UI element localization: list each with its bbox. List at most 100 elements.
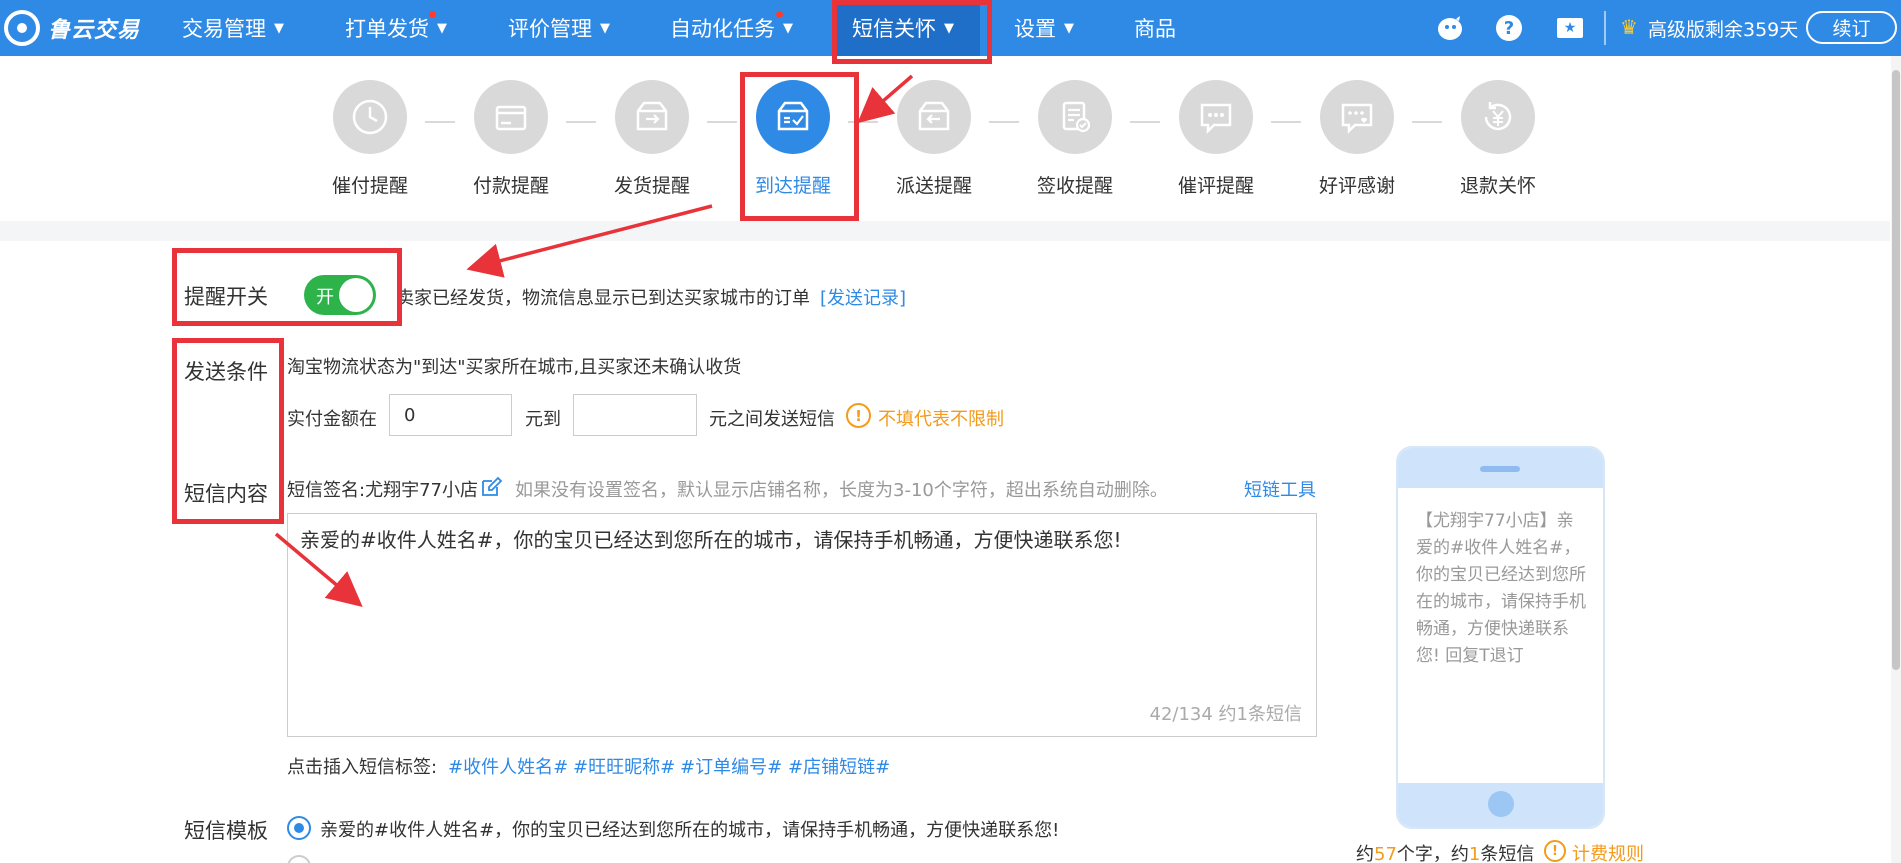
heart-chat-icon bbox=[1320, 80, 1394, 154]
step-shipping[interactable]: 发货提醒 bbox=[582, 80, 722, 198]
sms-content-text: 亲爱的#收件人姓名#，你的宝贝已经达到您所在的城市，请保持手机畅通，方便快递联系… bbox=[300, 528, 1122, 552]
nav-item-label: 自动化任务 bbox=[670, 17, 775, 41]
card-icon bbox=[474, 80, 548, 154]
nav-item-label: 设置 bbox=[1014, 17, 1056, 41]
signature-text: 短信签名:尤翔宇77小店 bbox=[287, 480, 478, 501]
nav-item-settings[interactable]: 设置 ▼ bbox=[1014, 0, 1074, 56]
sign-doc-icon bbox=[1038, 80, 1112, 154]
box-out-icon bbox=[615, 80, 689, 154]
edit-icon[interactable] bbox=[480, 476, 503, 498]
step-delivery[interactable]: 派送提醒 bbox=[864, 80, 1004, 198]
plan-status: 高级版剩余359天 bbox=[1648, 18, 1799, 41]
reminder-switch-label: 提醒开关 bbox=[184, 285, 268, 309]
insert-tags-prefix: 点击插入短信标签: bbox=[287, 757, 438, 778]
step-good-review-thanks[interactable]: 好评感谢 bbox=[1287, 80, 1427, 198]
no-limit-hint: 不填代表不限制 bbox=[878, 409, 1004, 430]
summary-suffix: 条短信 bbox=[1480, 844, 1535, 863]
step-refund-care[interactable]: 退款关怀 bbox=[1428, 80, 1568, 198]
nav-item-trade-management[interactable]: 交易管理 ▼ bbox=[182, 0, 284, 56]
chevron-down-icon: ▼ bbox=[944, 20, 954, 36]
summary-prefix: 约 bbox=[1356, 844, 1374, 863]
section-divider bbox=[0, 221, 1890, 241]
step-arrival[interactable]: 到达提醒 bbox=[723, 80, 863, 198]
nav-item-print-ship[interactable]: 打单发货 ▼ bbox=[345, 0, 447, 56]
chevron-down-icon: ▼ bbox=[600, 20, 610, 36]
refund-icon bbox=[1461, 80, 1535, 154]
step-signed[interactable]: 签收提醒 bbox=[1005, 80, 1145, 198]
phone-speaker bbox=[1480, 466, 1520, 472]
tag-recipient-name[interactable]: #收件人姓名# bbox=[448, 753, 568, 779]
sms-content-textarea[interactable]: 亲爱的#收件人姓名#，你的宝贝已经达到您所在的城市，请保持手机畅通，方便快递联系… bbox=[287, 513, 1317, 737]
sms-content-label: 短信内容 bbox=[184, 482, 268, 506]
step-label: 付款提醒 bbox=[472, 175, 549, 197]
step-label: 好评感谢 bbox=[1318, 175, 1395, 197]
step-review-urge[interactable]: 催评提醒 bbox=[1146, 80, 1286, 198]
box-deliver-icon bbox=[897, 80, 971, 154]
renew-button[interactable]: 续订 bbox=[1806, 11, 1897, 44]
tag-order-number[interactable]: #订单编号# bbox=[680, 753, 782, 779]
send-condition-label: 发送条件 bbox=[184, 360, 268, 384]
reminder-toggle[interactable]: 开 bbox=[304, 275, 376, 315]
step-label: 到达提醒 bbox=[754, 175, 831, 197]
phone-bottom bbox=[1398, 783, 1603, 827]
sms-preview-text: 【尤翔宇77小店】亲爱的#收件人姓名#，你的宝贝已经达到您所在的城市，请保持手机… bbox=[1416, 511, 1586, 666]
crown-icon: ♛ bbox=[1620, 15, 1638, 39]
step-label: 派送提醒 bbox=[895, 175, 972, 197]
template-option-1[interactable]: 亲爱的#收件人姓名#，你的宝贝已经达到您所在的城市，请保持手机畅通，方便快递联系… bbox=[320, 816, 1059, 842]
send-record-link[interactable]: [发送记录] bbox=[820, 284, 906, 310]
tag-wangwang-nick[interactable]: #旺旺昵称# bbox=[573, 753, 675, 779]
template-radio-2[interactable] bbox=[287, 855, 311, 863]
chevron-down-icon: ▼ bbox=[274, 20, 284, 36]
max-amount-input[interactable] bbox=[573, 394, 697, 436]
nav-item-label: 打单发货 bbox=[345, 17, 429, 41]
reminder-steps: 催付提醒 付款提醒 发货提醒 到达提醒 派送提醒 签收提醒 催评提醒 好评感谢 … bbox=[0, 56, 1890, 221]
chevron-down-icon: ▼ bbox=[783, 20, 793, 36]
amount-suffix: 元之间发送短信 bbox=[709, 409, 835, 430]
amount-mid: 元到 bbox=[525, 409, 561, 430]
toggle-knob bbox=[339, 278, 373, 312]
condition-text: 淘宝物流状态为"到达"买家所在城市,且买家还未确认收货 bbox=[287, 357, 742, 378]
nav-item-label: 交易管理 bbox=[182, 17, 266, 41]
chevron-down-icon: ▼ bbox=[1064, 20, 1074, 36]
template-radio-1[interactable] bbox=[287, 816, 311, 840]
mascot-icon[interactable] bbox=[1436, 14, 1464, 42]
step-payment-urge[interactable]: 催付提醒 bbox=[300, 80, 440, 198]
char-count: 57 bbox=[1374, 844, 1397, 863]
nav-item-sms-care[interactable]: 短信关怀 ▼ bbox=[834, 0, 980, 56]
short-link-tool[interactable]: 短链工具 bbox=[1244, 476, 1316, 502]
ticket-icon[interactable]: ★ bbox=[1557, 18, 1583, 38]
page-scrollbar[interactable] bbox=[1891, 56, 1901, 863]
top-nav: 鲁云交易 交易管理 ▼ 打单发货 ▼ 评价管理 ▼ 自动化任务 ▼ 短信关怀 ▼… bbox=[0, 0, 1901, 56]
min-amount-input[interactable] bbox=[389, 394, 512, 436]
sms-summary: 约57个字，约1条短信 bbox=[1356, 840, 1534, 863]
summary-mid: 个字，约 bbox=[1396, 844, 1469, 863]
logo-text: 鲁云交易 bbox=[48, 18, 141, 43]
logo-icon bbox=[4, 10, 40, 46]
nav-item-automation[interactable]: 自动化任务 ▼ bbox=[670, 0, 793, 56]
clock-icon bbox=[333, 80, 407, 154]
logo[interactable]: 鲁云交易 bbox=[4, 9, 140, 47]
help-icon[interactable]: ? bbox=[1496, 15, 1522, 41]
char-counter: 42/134 约1条短信 bbox=[1149, 704, 1303, 725]
scrollbar-thumb[interactable] bbox=[1892, 70, 1900, 670]
warning-icon: ! bbox=[846, 403, 871, 428]
amount-prefix: 实付金额在 bbox=[287, 409, 377, 430]
box-check-icon bbox=[756, 80, 830, 154]
sms-count: 1 bbox=[1468, 844, 1481, 863]
step-label: 退款关怀 bbox=[1459, 175, 1536, 197]
step-label: 催评提醒 bbox=[1177, 175, 1254, 197]
signature-hint: 如果没有设置签名，默认显示店铺名称，长度为3-10个字符，超出系统自动删除。 bbox=[515, 480, 1168, 501]
phone-top bbox=[1398, 448, 1603, 488]
nav-item-label: 短信关怀 bbox=[852, 17, 936, 41]
tag-shop-short-link[interactable]: #店铺短链# bbox=[788, 753, 890, 779]
step-payment[interactable]: 付款提醒 bbox=[441, 80, 581, 198]
step-label: 签收提醒 bbox=[1036, 175, 1113, 197]
notification-dot bbox=[776, 11, 783, 18]
nav-item-review-management[interactable]: 评价管理 ▼ bbox=[508, 0, 610, 56]
step-label: 催付提醒 bbox=[331, 175, 408, 197]
billing-rules-link[interactable]: 计费规则 bbox=[1572, 840, 1644, 863]
warning-icon: ! bbox=[1544, 840, 1566, 862]
step-label: 发货提醒 bbox=[613, 175, 690, 197]
chevron-down-icon: ▼ bbox=[437, 20, 447, 36]
nav-item-products[interactable]: 商品 bbox=[1134, 0, 1176, 56]
